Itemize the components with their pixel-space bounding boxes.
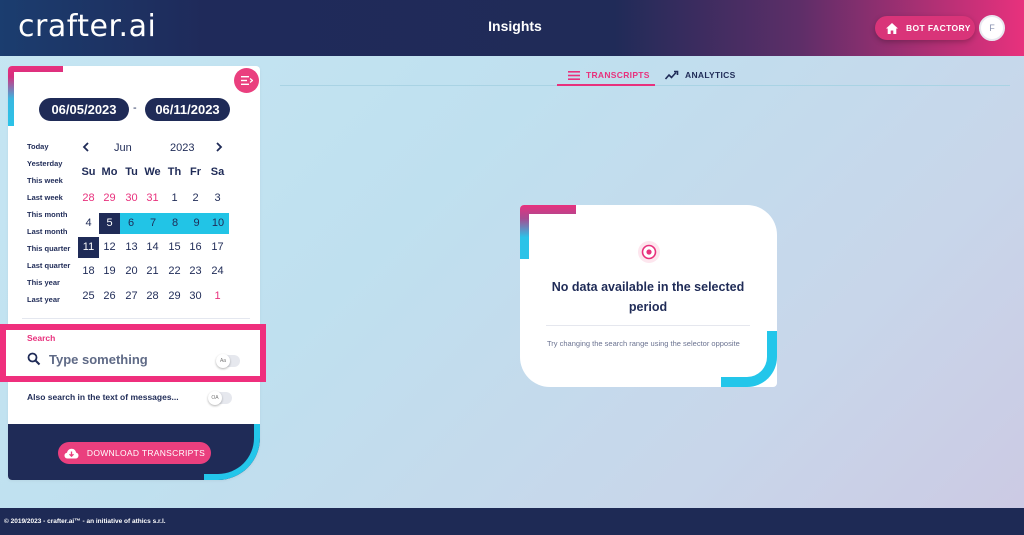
- target-icon: [638, 241, 660, 263]
- calendar-day[interactable]: 24: [207, 261, 228, 282]
- quick-range-last-week[interactable]: Last week: [27, 193, 63, 202]
- tab-analytics[interactable]: ANALYTICS: [665, 65, 736, 85]
- calendar-day[interactable]: 1: [207, 286, 228, 307]
- chevron-right-icon: [216, 142, 223, 152]
- weekday-tu: Tu: [125, 166, 138, 178]
- weekday-su: Su: [81, 166, 96, 178]
- calendar-day[interactable]: 28: [142, 286, 163, 307]
- calendar-year[interactable]: 2023: [170, 142, 194, 154]
- quick-range-last-year[interactable]: Last year: [27, 295, 60, 304]
- date-separator: -: [133, 102, 137, 114]
- search-icon: [27, 352, 41, 366]
- calendar-day[interactable]: 16: [185, 237, 206, 258]
- weekday-sa: Sa: [210, 166, 225, 178]
- collapse-menu-button[interactable]: [234, 68, 259, 93]
- calendar-day[interactable]: 25: [78, 286, 99, 307]
- download-transcripts-button[interactable]: DOWNLOAD TRANSCRIPTS: [58, 442, 211, 464]
- calendar-day[interactable]: 4: [78, 213, 99, 234]
- cloud-download-icon: [64, 448, 79, 458]
- quick-range-last-month[interactable]: Last month: [27, 227, 67, 236]
- calendar-day-range-end[interactable]: 11: [78, 237, 99, 258]
- weekday-we: We: [144, 166, 161, 178]
- calendar-day[interactable]: 19: [99, 261, 120, 282]
- quick-range-today[interactable]: Today: [27, 142, 49, 151]
- quick-range-this-month[interactable]: This month: [27, 210, 67, 219]
- calendar-day[interactable]: 28: [78, 188, 99, 209]
- search-label: Search: [27, 333, 56, 343]
- trend-icon: [665, 70, 679, 80]
- calendar-day[interactable]: 22: [164, 261, 185, 282]
- start-date-field[interactable]: 06/05/2023: [39, 98, 129, 121]
- quick-range-this-year[interactable]: This year: [27, 278, 60, 287]
- weekday-th: Th: [167, 166, 182, 178]
- bot-factory-label: BOT FACTORY: [906, 23, 971, 33]
- page-title: Insights: [488, 18, 542, 34]
- calendar-day[interactable]: 21: [142, 261, 163, 282]
- calendar-day[interactable]: 2: [185, 188, 206, 209]
- calendar-day[interactable]: 31: [142, 188, 163, 209]
- logo-text: crafter.ai: [18, 9, 157, 44]
- calendar-day[interactable]: 3: [207, 188, 228, 209]
- active-tab-indicator: [557, 84, 655, 86]
- list-icon: [568, 70, 580, 80]
- crafter-logo[interactable]: crafter.ai: [18, 9, 156, 44]
- quick-range-this-quarter[interactable]: This quarter: [27, 244, 70, 253]
- home-icon: [886, 22, 898, 34]
- calendar-day[interactable]: 13: [121, 237, 142, 258]
- toggle-knob: Aa: [216, 354, 230, 368]
- card-corner-mask: [529, 214, 589, 274]
- calendar-day[interactable]: 26: [99, 286, 120, 307]
- calendar-day-in-range[interactable]: 7: [142, 213, 164, 234]
- search-messages-toggle[interactable]: OA: [208, 391, 232, 405]
- page-footer: © 2019/2023 - crafter.ai™ - an initiativ…: [0, 508, 1024, 535]
- calendar-day-in-range[interactable]: 8: [164, 213, 186, 234]
- calendar-day[interactable]: 15: [164, 237, 185, 258]
- weekday-mo: Mo: [101, 166, 118, 178]
- search-input[interactable]: [49, 350, 199, 368]
- tab-transcripts-label: TRANSCRIPTS: [586, 70, 650, 80]
- menu-collapse-icon: [240, 76, 253, 85]
- quick-range-yesterday[interactable]: Yesterday: [27, 159, 62, 168]
- tab-transcripts[interactable]: TRANSCRIPTS: [568, 65, 650, 85]
- calendar-day-range-start[interactable]: 5: [99, 213, 120, 234]
- tab-analytics-label: ANALYTICS: [685, 70, 736, 80]
- footer-copyright: © 2019/2023 - crafter.ai™ - an initiativ…: [4, 518, 166, 525]
- chevron-left-icon: [82, 142, 89, 152]
- also-search-messages-label: Also search in the text of messages...: [27, 392, 179, 402]
- quick-range-this-week[interactable]: This week: [27, 176, 63, 185]
- end-date-field[interactable]: 06/11/2023: [145, 98, 230, 121]
- panel-divider: [22, 318, 250, 319]
- calendar-day[interactable]: 20: [121, 261, 142, 282]
- empty-state-title: No data available in the selected period: [551, 280, 745, 314]
- calendar-day[interactable]: 30: [121, 188, 142, 209]
- prev-month-button[interactable]: [82, 142, 90, 155]
- case-sensitive-toggle[interactable]: Aa: [216, 354, 240, 368]
- calendar-day-in-range[interactable]: 9: [186, 213, 207, 234]
- calendar-day-in-range[interactable]: 6: [120, 213, 142, 234]
- empty-state-description: Try changing the search range using the …: [547, 339, 740, 348]
- weekday-fr: Fr: [190, 166, 201, 178]
- calendar-day[interactable]: 23: [185, 261, 206, 282]
- download-transcripts-label: DOWNLOAD TRANSCRIPTS: [86, 448, 206, 458]
- panel-footer-accent: [204, 424, 260, 480]
- next-month-button[interactable]: [215, 142, 223, 155]
- calendar-day[interactable]: 29: [99, 188, 120, 209]
- calendar-day[interactable]: 14: [142, 237, 163, 258]
- calendar-day[interactable]: 1: [164, 188, 185, 209]
- calendar-day[interactable]: 30: [185, 286, 206, 307]
- calendar-day[interactable]: 17: [207, 237, 228, 258]
- calendar-day[interactable]: 12: [99, 237, 120, 258]
- calendar-day[interactable]: 29: [164, 286, 185, 307]
- card-divider: [546, 325, 750, 326]
- calendar-day-in-range[interactable]: 10: [207, 213, 229, 234]
- calendar-day[interactable]: 18: [78, 261, 99, 282]
- top-bar: crafter.ai Insights BOT FACTORY F: [0, 0, 1024, 56]
- toggle-knob: OA: [208, 391, 222, 405]
- quick-range-last-quarter[interactable]: Last quarter: [27, 261, 70, 270]
- bot-factory-button[interactable]: BOT FACTORY: [875, 16, 975, 40]
- calendar-day[interactable]: 27: [121, 286, 142, 307]
- calendar-month[interactable]: Jun: [114, 142, 132, 154]
- user-avatar[interactable]: F: [979, 15, 1005, 41]
